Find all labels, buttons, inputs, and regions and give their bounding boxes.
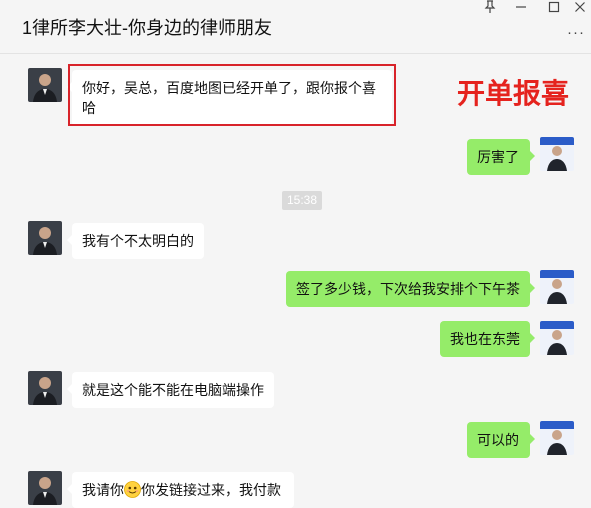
message-bubble: 就是这个能不能在电脑端操作 — [67, 372, 274, 408]
my-avatar[interactable] — [540, 137, 574, 171]
message-bubble: 我也在东莞 — [440, 321, 535, 357]
highlight-box — [68, 64, 396, 126]
message-bubble: 可以的 — [467, 422, 535, 458]
maximize-icon[interactable] — [544, 0, 564, 18]
smile-emoji-icon — [124, 481, 141, 498]
contact-avatar[interactable] — [28, 371, 62, 405]
my-avatar[interactable] — [540, 270, 574, 304]
message-bubble: 我请你 你发链接过来，我付款 — [67, 472, 294, 508]
message-bubble: 我有个不太明白的 — [67, 223, 204, 259]
contact-avatar[interactable] — [28, 68, 62, 102]
message-bubble: 签了多少钱，下次给我安排个下午茶 — [286, 271, 535, 307]
pin-icon[interactable] — [480, 0, 500, 18]
message-bubble: 厉害了 — [467, 139, 535, 175]
more-options-icon[interactable]: ··· — [567, 24, 585, 41]
contact-avatar[interactable] — [28, 221, 62, 255]
minimize-icon[interactable] — [511, 0, 531, 18]
chat-title: 1律所李大壮-你身边的律师朋友 — [22, 18, 273, 38]
title-bar: 1律所李大壮-你身边的律师朋友 ··· — [0, 0, 591, 54]
timestamp: 15:38 — [282, 191, 323, 210]
message-text: 我请你 — [82, 482, 124, 498]
annotation-label: 开单报喜 — [457, 78, 570, 109]
my-avatar[interactable] — [540, 321, 574, 355]
contact-avatar[interactable] — [28, 471, 62, 505]
my-avatar[interactable] — [540, 421, 574, 455]
close-icon[interactable] — [570, 0, 590, 18]
message-text: 你发链接过来，我付款 — [141, 482, 281, 498]
